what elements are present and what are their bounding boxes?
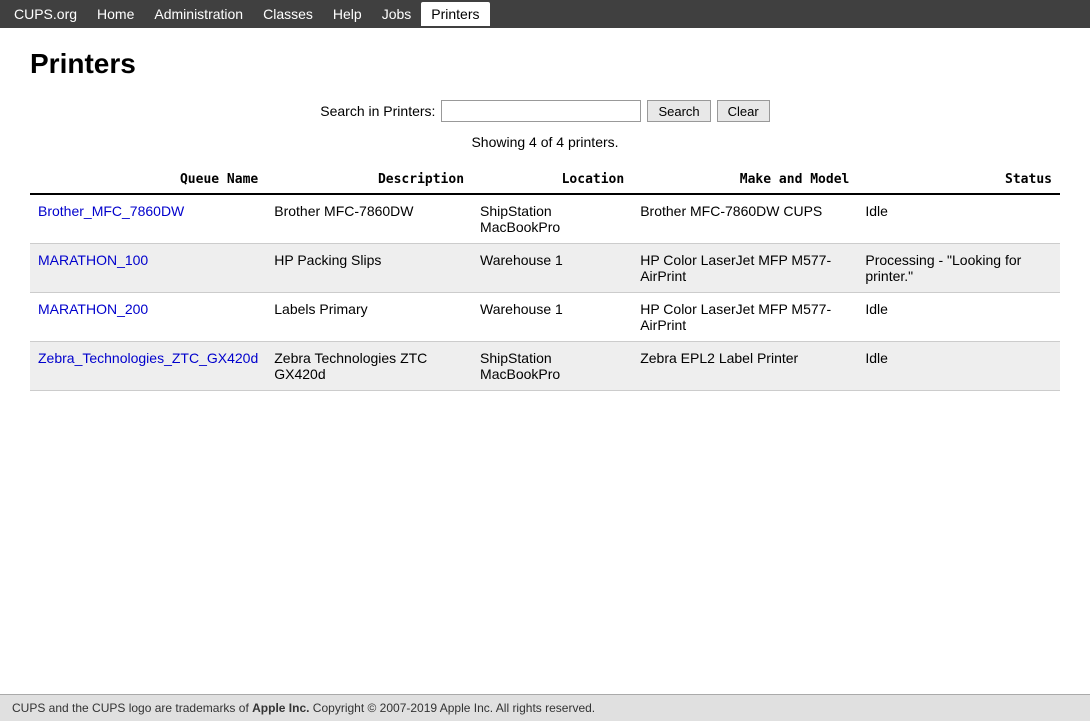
printer-make-model: HP Color LaserJet MFP M577-AirPrint (632, 293, 857, 342)
printer-location: ShipStation MacBookPro (472, 342, 632, 391)
main-nav: CUPS.orgHomeAdministrationClassesHelpJob… (0, 0, 1090, 28)
table-header: Queue Name Description Location Make and… (30, 166, 1060, 194)
nav-item-cupsorg[interactable]: CUPS.org (4, 2, 87, 26)
showing-text: Showing 4 of 4 printers. (30, 134, 1060, 150)
printer-link[interactable]: MARATHON_200 (38, 301, 148, 317)
printer-location: Warehouse 1 (472, 293, 632, 342)
clear-button[interactable]: Clear (717, 100, 770, 122)
printer-description: Brother MFC-7860DW (266, 194, 472, 244)
search-button[interactable]: Search (647, 100, 710, 122)
printer-make-model: HP Color LaserJet MFP M577-AirPrint (632, 244, 857, 293)
search-row: Search in Printers: Search Clear (30, 100, 1060, 122)
nav-item-printers[interactable]: Printers (421, 2, 489, 26)
footer: CUPS and the CUPS logo are trademarks of… (0, 694, 1090, 721)
printer-link[interactable]: Zebra_Technologies_ZTC_GX420d (38, 350, 258, 366)
col-queue-name: Queue Name (30, 166, 266, 194)
nav-item-classes[interactable]: Classes (253, 2, 323, 26)
table-row: MARATHON_200 Labels PrimaryWarehouse 1HP … (30, 293, 1060, 342)
search-input[interactable] (441, 100, 641, 122)
printer-status: Idle (857, 342, 1060, 391)
printer-description: Labels Primary (266, 293, 472, 342)
col-make-model: Make and Model (632, 166, 857, 194)
printers-table: Queue Name Description Location Make and… (30, 166, 1060, 391)
table-row: MARATHON_100 HP Packing SlipsWarehouse 1H… (30, 244, 1060, 293)
nav-item-administration[interactable]: Administration (144, 2, 253, 26)
page-title: Printers (30, 48, 1060, 80)
printer-make-model: Brother MFC-7860DW CUPS (632, 194, 857, 244)
col-status: Status (857, 166, 1060, 194)
nav-item-home[interactable]: Home (87, 2, 144, 26)
printer-status: Idle (857, 194, 1060, 244)
printer-description: HP Packing Slips (266, 244, 472, 293)
nav-item-help[interactable]: Help (323, 2, 372, 26)
printer-location: Warehouse 1 (472, 244, 632, 293)
printer-make-model: Zebra EPL2 Label Printer (632, 342, 857, 391)
printer-link[interactable]: Brother_MFC_7860DW (38, 203, 184, 219)
printer-status: Processing - "Looking for printer." (857, 244, 1060, 293)
col-location: Location (472, 166, 632, 194)
search-label: Search in Printers: (320, 103, 435, 119)
printer-location: ShipStation MacBookPro (472, 194, 632, 244)
table-row: Zebra_Technologies_ZTC_GX420d Zebra Techn… (30, 342, 1060, 391)
nav-item-jobs[interactable]: Jobs (372, 2, 422, 26)
printer-description: Zebra Technologies ZTC GX420d (266, 342, 472, 391)
printer-status: Idle (857, 293, 1060, 342)
table-row: Brother_MFC_7860DW Brother MFC-7860DWShip… (30, 194, 1060, 244)
table-body: Brother_MFC_7860DWBrother MFC-7860DWShip… (30, 194, 1060, 391)
footer-brand: Apple Inc. (252, 701, 309, 715)
printer-link[interactable]: MARATHON_100 (38, 252, 148, 268)
main-content: Printers Search in Printers: Search Clea… (0, 28, 1090, 411)
col-description: Description (266, 166, 472, 194)
footer-text: CUPS and the CUPS logo are trademarks of… (12, 701, 595, 715)
